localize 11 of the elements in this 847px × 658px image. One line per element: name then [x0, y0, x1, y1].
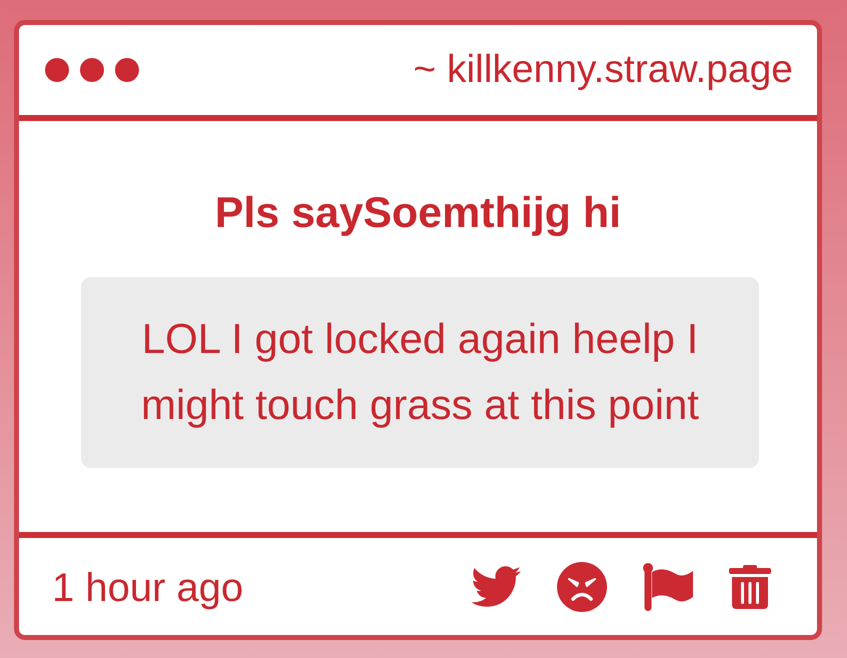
- trash-icon[interactable]: [729, 564, 771, 608]
- bird-icon[interactable]: [471, 566, 521, 607]
- post-title: Pls saySoemthijg hi: [214, 190, 622, 238]
- window-dot-icon: [115, 58, 139, 82]
- flag-icon[interactable]: [643, 562, 693, 610]
- timestamp: 1 hour ago: [52, 564, 244, 610]
- angry-face-icon[interactable]: [557, 562, 607, 612]
- window-dot-icon: [45, 58, 69, 82]
- window-dot-icon: [80, 58, 104, 82]
- page-url: ~ killkenny.straw.page: [413, 48, 793, 92]
- message-bubble: LOL I got locked again heelp I might touch grass at this point: [81, 277, 759, 468]
